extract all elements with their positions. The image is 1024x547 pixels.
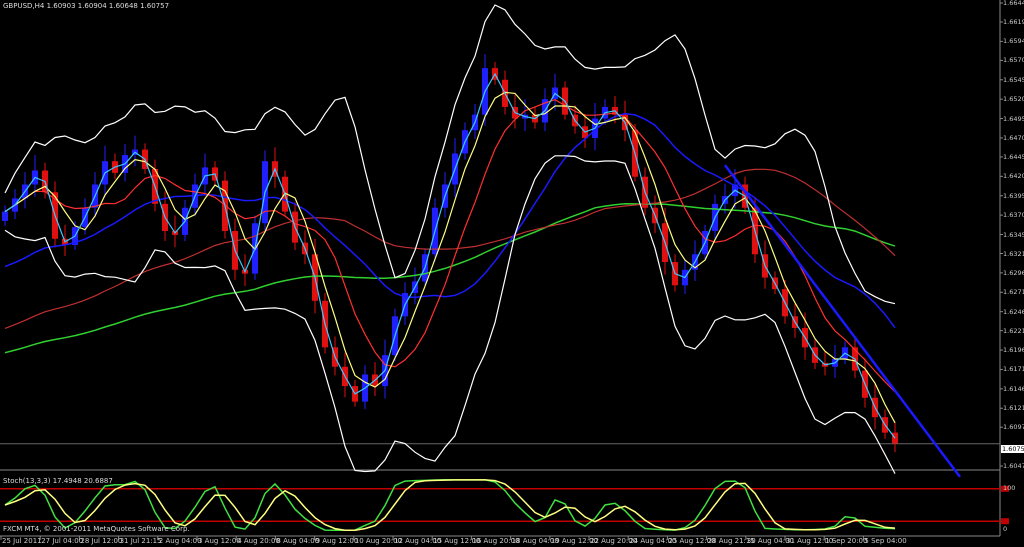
time-tick: 2 Aug 04:00 (158, 537, 202, 545)
price-tick: 1.66440 (1003, 0, 1024, 7)
price-tick: 1.61965 (1003, 346, 1024, 355)
sma-100-line (4, 168, 896, 329)
price-tick: 1.65200 (1003, 95, 1024, 104)
price-tick: 1.64950 (1003, 114, 1024, 123)
price-tick: 1.65450 (1003, 75, 1024, 84)
sma-21-line (4, 99, 896, 393)
price-tick: 1.62710 (1003, 288, 1024, 297)
sma-10-line (4, 91, 896, 424)
current-price-label: 1.60757 (1001, 445, 1024, 453)
price-tick: 1.66195 (1003, 18, 1024, 26)
price-tick: 1.64205 (1003, 172, 1024, 181)
sma-5-line (4, 72, 896, 439)
price-tick: 1.63455 (1003, 230, 1024, 239)
time-tick: 1 Sep 20:00 (825, 537, 868, 545)
price-tick: 1.61215 (1003, 404, 1024, 413)
stoch-axis-bottom: 0 (1003, 525, 1008, 533)
time-tick: 25 Jul 2011 (2, 537, 42, 545)
stoch-axis-top: 100 (1003, 484, 1016, 492)
price-tick: 1.63955 (1003, 191, 1024, 200)
price-tick: 1.60970 (1003, 423, 1024, 432)
price-tick: 1.65700 (1003, 56, 1024, 65)
price-chart[interactable] (0, 0, 1024, 547)
time-tick: 28 Jul 12:00 (80, 537, 123, 545)
price-tick: 1.62460 (1003, 307, 1024, 316)
copyright: FXCM MT4, © 2001-2011 MetaQuotes Softwar… (3, 525, 190, 533)
candle-body (2, 211, 8, 221)
price-tick: 1.64700 (1003, 133, 1024, 142)
stoch-level-marker (1001, 518, 1009, 525)
price-tick: 1.62215 (1003, 326, 1024, 335)
stoch-main-line (4, 479, 896, 532)
trendline (724, 164, 961, 478)
stoch-title: Stoch(13,3,3) 17.4948 20.6887 (3, 477, 113, 485)
time-tick: 9 Aug 12:00 (315, 537, 359, 545)
price-tick: 1.62960 (1003, 268, 1024, 277)
time-tick: 4 Aug 20:00 (237, 537, 280, 545)
time-tick: 8 Aug 04:00 (276, 537, 320, 545)
price-tick: 1.61465 (1003, 384, 1024, 393)
time-tick: 31 Jul 21:15 (119, 537, 162, 545)
price-tick: 1.63705 (1003, 211, 1024, 220)
price-tick: 1.64455 (1003, 152, 1024, 161)
chart-title: GBPUSD,H4 1.60903 1.60904 1.60648 1.6075… (3, 2, 170, 10)
time-tick: 3 Aug 12:00 (198, 537, 241, 545)
price-tick: 1.61715 (1003, 365, 1024, 374)
time-tick: 5 Sep 04:00 (864, 537, 907, 545)
sma-50-line (4, 112, 896, 329)
price-tick: 1.65945 (1003, 37, 1024, 46)
price-tick: 1.60470 (1003, 462, 1024, 470)
time-tick: 27 Jul 04:00 (41, 537, 84, 545)
price-tick: 1.63210 (1003, 249, 1024, 258)
